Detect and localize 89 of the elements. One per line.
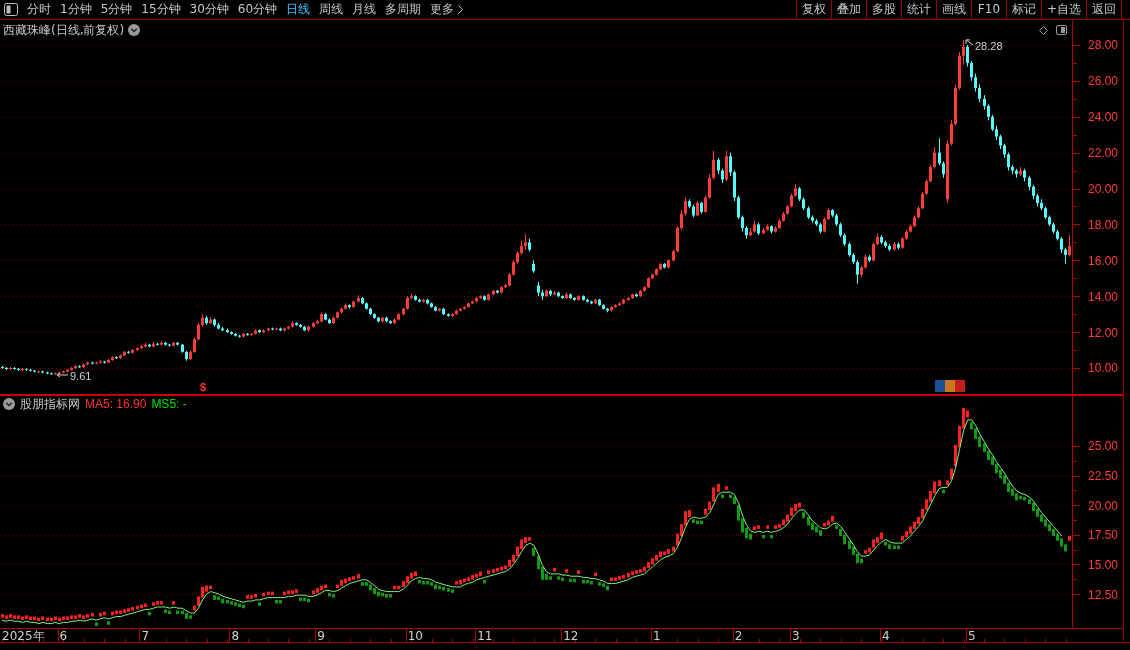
indicator-bar <box>802 512 805 519</box>
axis-label: 15.00 <box>1088 557 1119 572</box>
axis-label: 20.00 <box>1088 498 1119 513</box>
indicator-bar <box>107 621 110 625</box>
axis-label: 6 <box>59 629 68 642</box>
period-tab[interactable]: 5分钟 <box>100 0 133 19</box>
legend-value: MS5: - <box>151 397 187 411</box>
toolbar-button[interactable]: 返回 <box>1086 0 1121 19</box>
axis-label: 5 <box>967 629 976 642</box>
axis-label: 1 <box>652 629 661 642</box>
axis-label: 2 <box>734 629 743 642</box>
axis-label: 22.00 <box>1088 146 1119 161</box>
indicator-bar <box>148 611 151 616</box>
diamond-icon[interactable] <box>1039 25 1048 35</box>
candle <box>532 259 535 274</box>
indicator-bar <box>532 547 535 557</box>
indicator-bar <box>553 567 556 572</box>
window-icon[interactable] <box>1056 25 1067 35</box>
indicator-bar <box>577 570 580 574</box>
indicator-bar <box>487 570 490 574</box>
indicator-bar <box>483 579 486 584</box>
axis-label: 11 <box>477 629 493 642</box>
period-tab[interactable]: 1分钟 <box>60 0 92 19</box>
period-tab[interactable]: 30分钟 <box>189 0 229 19</box>
dollar-marker: $ <box>199 381 207 393</box>
period-tab[interactable]: 60分钟 <box>237 0 278 19</box>
chart-title: 西藏珠峰(日线,前复权) <box>3 21 125 39</box>
indicator-bar <box>1068 536 1071 541</box>
price-callout: 9.61 <box>56 370 92 382</box>
axis-label: 20.00 <box>1088 182 1119 196</box>
axis-label: 17.50 <box>1088 528 1119 543</box>
indicator-bar <box>725 486 728 490</box>
period-tab[interactable]: 多周期 <box>385 0 422 19</box>
axis-label: 16.00 <box>1088 253 1119 268</box>
indicator-bar <box>258 602 261 606</box>
toolbar-button[interactable]: 复权 <box>795 0 831 19</box>
period-tab[interactable]: 日线 <box>286 0 311 19</box>
indicator-bar <box>91 612 94 617</box>
axis-label: 12.50 <box>1088 587 1119 602</box>
indicator-bar <box>565 569 568 573</box>
indicator-bar <box>770 534 773 539</box>
indicator-bar <box>262 592 265 597</box>
period-tab[interactable]: 月线 <box>352 0 377 19</box>
indicator-bar <box>942 489 945 494</box>
toolbar-button[interactable]: 统计 <box>900 0 936 19</box>
axis-label: 8 <box>231 629 240 642</box>
axis-title: 2025年 <box>2 629 45 642</box>
indicator-bar <box>762 534 765 539</box>
legend-value: MA5: 16.90 <box>85 397 147 411</box>
axis-label: 10 <box>407 629 423 642</box>
panel-toggle-icon[interactable] <box>4 3 18 16</box>
indicator-bar <box>766 525 769 529</box>
axis-label: 3 <box>792 629 800 642</box>
axis-label: 14.00 <box>1088 289 1119 304</box>
axis-label: 24.00 <box>1088 110 1119 125</box>
dropdown-icon[interactable] <box>128 24 141 36</box>
axis-label: 9 <box>317 629 325 642</box>
toolbar-button[interactable]: 画线 <box>935 0 971 19</box>
axis-label: 28.00 <box>1088 38 1119 53</box>
axis-label: 18.00 <box>1088 217 1119 232</box>
axis-label: 12 <box>563 629 579 642</box>
toolbar-button[interactable]: 叠加 <box>830 0 866 19</box>
period-tab[interactable]: 15分钟 <box>141 0 181 19</box>
indicator-bar <box>172 601 175 605</box>
toolbar-button[interactable]: 多股 <box>865 0 901 19</box>
axis-label: 22.50 <box>1088 469 1119 484</box>
annotation: 9.61 <box>70 369 92 382</box>
axis-label: 4 <box>882 629 890 642</box>
annotation: 28.28 <box>975 39 1003 52</box>
more-button[interactable]: 更多 <box>430 0 464 19</box>
chevron-right-icon <box>458 5 464 14</box>
axis-label: 7 <box>141 629 150 642</box>
axis-label: 26.00 <box>1088 74 1119 89</box>
axis-label: 25.00 <box>1088 439 1119 454</box>
price-callout: 28.28 <box>965 39 1003 52</box>
axis-label: 10.00 <box>1088 361 1119 376</box>
indicator-bar <box>95 622 98 626</box>
indicator-bar <box>594 572 597 577</box>
period-tab[interactable]: 周线 <box>319 0 344 19</box>
axis-label: 12.00 <box>1088 325 1119 340</box>
indicator-bar <box>357 573 360 579</box>
indicator-bar <box>176 610 179 615</box>
toolbar-button[interactable]: +自选 <box>1040 0 1086 19</box>
toolbar-button[interactable]: F10 <box>970 0 1006 19</box>
dropdown-icon[interactable] <box>3 398 15 410</box>
toolbar-button[interactable]: 标记 <box>1005 0 1041 19</box>
period-tab[interactable]: 分时 <box>27 0 51 19</box>
indicator-title: 股朋指标网 <box>20 395 80 413</box>
indicator-bar <box>938 480 941 487</box>
